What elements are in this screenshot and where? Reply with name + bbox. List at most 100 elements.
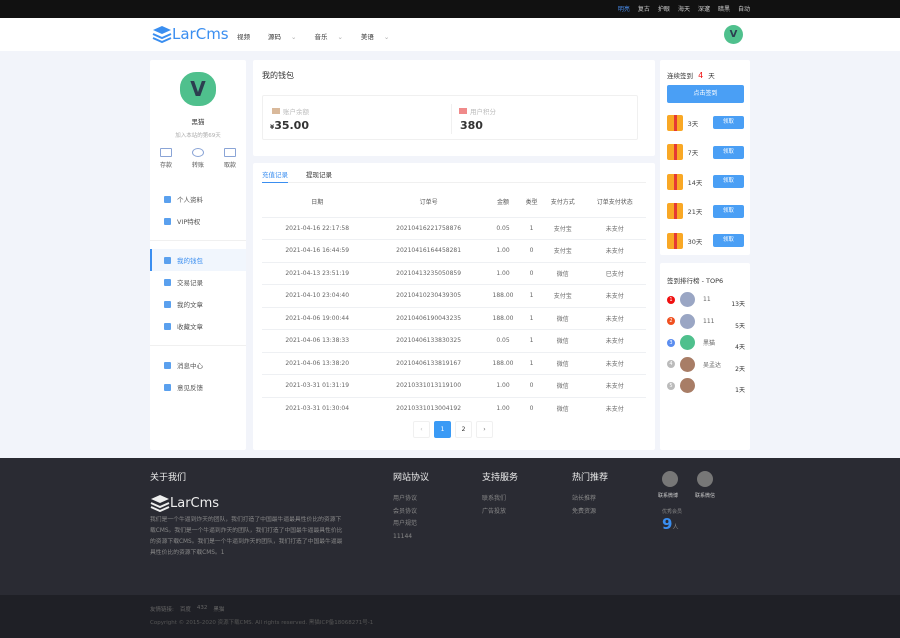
table-cell: 未支付 (583, 396, 646, 420)
friend-link[interactable]: 百度 (180, 605, 191, 613)
action-card[interactable]: 存款 (160, 148, 172, 169)
wechat-icon[interactable] (697, 471, 713, 487)
sidebar-item[interactable]: VIP特权 (150, 210, 246, 232)
claim-button[interactable]: 领取 (712, 116, 744, 130)
profile-avatar: V (180, 72, 216, 106)
footer-link[interactable]: 11144 (393, 531, 429, 544)
footer-link[interactable]: 联系我们 (482, 493, 518, 506)
nav-item[interactable]: 视频 (237, 31, 250, 41)
theme-option[interactable]: 海天 (678, 4, 690, 13)
user-avatar[interactable] (680, 313, 695, 329)
footer-column: 热门推荐 站长推荐 免费资源 (572, 470, 608, 518)
footer-bottom: 友情链接: 百度 432 黑猫 Copyright © 2015-2020 资源下载C… (0, 595, 900, 638)
table-cell: 20210416164458281 (372, 239, 485, 262)
table-cell: 微信 (542, 329, 584, 352)
rank-item: 1 11 13天 (667, 289, 745, 311)
sign-in-button[interactable]: 点击签到 (667, 85, 744, 103)
sidebar-item[interactable]: 消息中心 (150, 354, 246, 376)
logo[interactable]: LarCms (152, 25, 229, 43)
nav-item[interactable]: 源码 ⌄ (268, 31, 296, 41)
rank-days: 5天 (735, 322, 745, 330)
user-avatar[interactable]: V (724, 25, 743, 44)
table-row: 2021-04-06 19:00:44 20210406190043235 188.… (262, 306, 646, 330)
table-cell: 2021-04-16 22:17:58 (262, 216, 373, 240)
rank-name: 吴孟达 (703, 361, 722, 369)
menu-icon (164, 217, 171, 225)
table-cell: 1.00 (484, 239, 522, 262)
table-cell: 20210413235050859 (372, 261, 485, 285)
page-button[interactable]: 2 (455, 421, 472, 438)
rank-days: 2天 (735, 365, 745, 373)
rank-title: 签到排行榜 - TOP6 (667, 277, 724, 285)
table-cell: 20210406133819167 (372, 351, 485, 375)
footer-link[interactable]: 站长推荐 (572, 493, 608, 506)
reward-day: 30天 (687, 237, 703, 246)
members-count: 9 (662, 515, 673, 533)
user-avatar[interactable] (680, 335, 695, 351)
tab[interactable]: 提现记录 (306, 169, 332, 182)
rank-item: 2 111 5天 (667, 311, 745, 333)
nav-item[interactable]: 美语 ⌄ (361, 31, 389, 41)
rank-card: 签到排行榜 - TOP6 1 11 13天 2 111 5天 3 黑猫 4天 4 吴孟达 2天 5 1天 (660, 263, 750, 450)
theme-option[interactable]: 明亮 (618, 4, 630, 13)
sidebar-item-label: 收藏文章 (177, 323, 203, 331)
footer-link[interactable]: 免费资源 (572, 506, 608, 519)
rank-days: 1天 (735, 387, 745, 395)
menu-icon (164, 300, 171, 308)
table-row: 2021-03-31 01:31:19 20210331013119100 1.00… (262, 374, 646, 397)
page-button[interactable]: 1 (434, 421, 451, 438)
theme-option[interactable]: 暗黑 (718, 4, 730, 13)
theme-option[interactable]: 复古 (638, 4, 650, 13)
theme-option[interactable]: 自动 (738, 4, 750, 13)
wechat-link[interactable]: 联系微信 (695, 492, 715, 499)
friend-link[interactable]: 432 (197, 605, 208, 613)
sidebar-item[interactable]: 我的钱包 (150, 249, 246, 271)
footer-link[interactable]: 用户规范 (393, 518, 429, 531)
menu-icon (164, 322, 171, 330)
sidebar-item[interactable]: 收藏文章 (150, 315, 246, 337)
next-page-button[interactable]: › (476, 421, 493, 438)
theme-option[interactable]: 深邃 (698, 4, 710, 13)
rank-name: 111 (703, 317, 715, 325)
claim-button[interactable]: 领取 (712, 175, 744, 189)
claim-button[interactable]: 领取 (712, 204, 744, 218)
nav-label: 美语 (360, 33, 374, 41)
user-avatar[interactable] (680, 356, 695, 372)
sidebar-item[interactable]: 我的文章 (150, 293, 246, 315)
weibo-icon[interactable] (662, 471, 678, 487)
sidebar-item[interactable]: 意见反馈 (150, 376, 246, 398)
action-bank-card[interactable]: 取款 (223, 148, 236, 169)
nav-label: 视频 (237, 33, 250, 41)
chevron-down-icon: ⌄ (291, 33, 297, 41)
footer-link[interactable]: 会员协议 (393, 506, 429, 519)
theme-option[interactable]: 护眼 (658, 4, 670, 13)
nav-item[interactable]: 音乐 ⌄ (314, 31, 342, 41)
rank-number: 2 (667, 317, 675, 326)
table-row: 2021-04-06 13:38:20 20210406133819167 188.… (262, 351, 646, 375)
claim-button[interactable]: 领取 (712, 234, 744, 248)
points-label: 用户积分 (470, 108, 496, 116)
layers-icon (152, 26, 172, 43)
table-cell: 188.00 (484, 306, 522, 330)
footer-link[interactable]: 广告投放 (482, 506, 518, 519)
about-title: 关于我们 (150, 473, 187, 483)
table-row: 2021-04-06 13:38:33 20210406133830325 0.05… (262, 329, 646, 352)
table-cell: 20210331013119100 (372, 374, 485, 397)
sidebar-item-label: 我的钱包 (177, 257, 203, 265)
user-avatar[interactable] (680, 292, 695, 308)
claim-button[interactable]: 领取 (712, 145, 744, 159)
user-avatar[interactable] (680, 378, 695, 394)
tab[interactable]: 充值记录 (262, 169, 288, 183)
menu-icon (164, 278, 171, 286)
rank-number: 4 (667, 360, 675, 369)
prev-page-button[interactable]: ‹ (413, 421, 430, 438)
friend-link[interactable]: 黑猫 (213, 605, 224, 613)
sidebar-item[interactable]: 个人资料 (150, 188, 246, 210)
weibo-link[interactable]: 联系微博 (658, 492, 678, 499)
action-transfer[interactable]: 转账 (191, 148, 204, 169)
rank-days: 4天 (735, 344, 745, 352)
profile-name: 黑猫 (191, 118, 205, 126)
footer-column-title: 网站协议 (393, 473, 430, 483)
footer-link[interactable]: 用户协议 (393, 493, 429, 506)
sidebar-item[interactable]: 交易记录 (150, 271, 246, 293)
